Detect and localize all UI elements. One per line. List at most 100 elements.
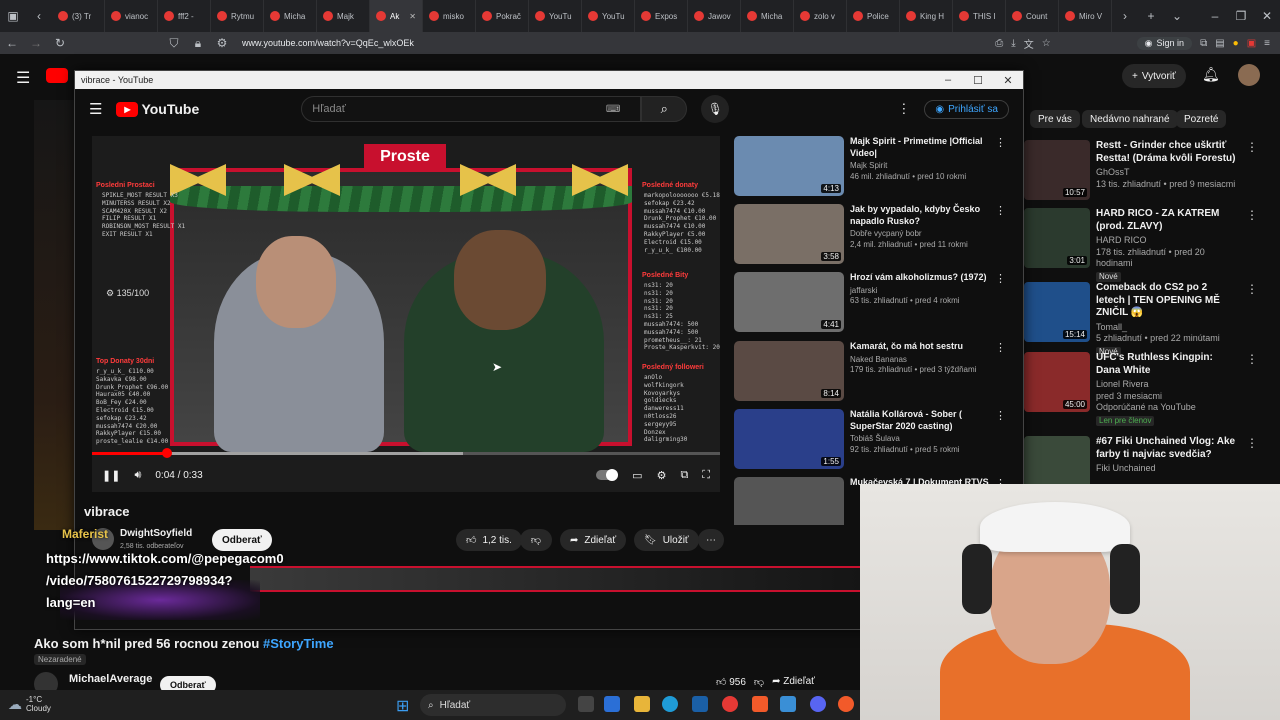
- windows-start-icon[interactable]: ⊞: [396, 696, 409, 716]
- download-icon[interactable]: ⤓: [1011, 38, 1015, 49]
- video-title[interactable]: Restt - Grinder chce uškrtiť Restta! (Dr…: [1096, 140, 1236, 165]
- popup-maximize-icon[interactable]: ☐: [963, 74, 993, 87]
- browser-tab[interactable]: Majk: [317, 0, 370, 32]
- browser-tab[interactable]: Ak ✕: [370, 0, 423, 32]
- dislike-button[interactable]: 👎︎: [520, 529, 552, 551]
- fullscreen-icon[interactable]: ⛶: [702, 469, 710, 482]
- more-icon[interactable]: ⋮: [995, 272, 1006, 336]
- video-thumbnail[interactable]: 8:14: [734, 341, 844, 401]
- video-channel[interactable]: Lionel Rivera: [1096, 379, 1236, 391]
- restore-icon[interactable]: ❐: [1228, 9, 1254, 23]
- notifications-bell-icon[interactable]: 🔔︎: [1202, 66, 1220, 83]
- video-thumbnail[interactable]: 15:14: [1024, 282, 1090, 342]
- video-thumbnail[interactable]: 3:58: [734, 204, 844, 264]
- video-channel[interactable]: Majk Spirit: [850, 161, 989, 172]
- video-channel[interactable]: HARD RICO: [1096, 235, 1236, 247]
- video-title[interactable]: Comeback do CS2 po 2 letech | TEN OPENIN…: [1096, 282, 1236, 320]
- browser-tab[interactable]: Rytmu: [211, 0, 264, 32]
- video-thumbnail[interactable]: 10:57: [1024, 140, 1090, 200]
- background-share-button[interactable]: ➦ Zdieľať: [772, 676, 815, 688]
- task-view-icon[interactable]: [578, 696, 594, 712]
- browser-tab[interactable]: (3) Tr: [52, 0, 105, 32]
- video-title[interactable]: Natália Kollárová - Sober ( SuperStar 20…: [850, 409, 989, 432]
- more-icon[interactable]: ⋮: [1246, 352, 1258, 418]
- storytime-hashtag[interactable]: #StoryTime: [263, 636, 334, 651]
- save-button[interactable]: 🔖︎ Uložiť: [634, 529, 699, 551]
- browser-tab[interactable]: YouTu: [582, 0, 635, 32]
- background-channel-name[interactable]: MichaelAverage: [69, 673, 152, 685]
- weather-widget[interactable]: ☁ -1°C Cloudy: [0, 695, 51, 714]
- browser-tab[interactable]: King H: [900, 0, 953, 32]
- video-channel[interactable]: Tomall_: [1096, 322, 1236, 334]
- avatar[interactable]: [1238, 64, 1260, 86]
- browser-tab[interactable]: Micha: [264, 0, 317, 32]
- video-thumbnail[interactable]: 30:42: [734, 477, 844, 525]
- related-video-item[interactable]: 15:14 Comeback do CS2 po 2 letech | TEN O…: [1024, 282, 1280, 358]
- more-icon[interactable]: ⋮: [1246, 282, 1258, 348]
- popup-hamburger-icon[interactable]: ☰: [89, 100, 102, 118]
- progress-bar[interactable]: [92, 448, 720, 458]
- video-title[interactable]: #67 Fiki Unchained Vlog: Ake farby ti na…: [1096, 436, 1236, 461]
- notepad-icon[interactable]: [780, 696, 796, 712]
- url-field[interactable]: www.youtube.com/watch?v=QqEc_wlxOEk: [242, 38, 414, 48]
- settings-gear-icon[interactable]: ⚙: [657, 469, 667, 482]
- video-thumbnail[interactable]: 3:01: [1024, 208, 1090, 268]
- video-title[interactable]: Kamarát, čo má hot sestru: [850, 341, 989, 353]
- popup-minimize-icon[interactable]: –: [933, 74, 963, 87]
- close-tab-icon[interactable]: ✕: [409, 12, 416, 21]
- youtube-logo-icon[interactable]: [46, 68, 68, 83]
- site-settings-icon[interactable]: ⚙: [210, 36, 234, 50]
- voice-search-icon[interactable]: 🎙︎: [701, 95, 730, 123]
- reload-icon[interactable]: ↻: [48, 36, 72, 50]
- video-thumbnail[interactable]: 45:00: [1024, 352, 1090, 412]
- keyboard-icon[interactable]: ⌨: [606, 104, 620, 115]
- up-next-item[interactable]: 4:41 Hrozí vám alkoholizmus? (1972) jaffar…: [734, 272, 1006, 336]
- video-thumbnail[interactable]: 1:55: [734, 409, 844, 469]
- discord-icon[interactable]: [810, 696, 826, 712]
- more-icon[interactable]: ⋮: [1246, 208, 1258, 274]
- browser-tab[interactable]: THIS I: [953, 0, 1006, 32]
- install-icon[interactable]: ⎙: [995, 38, 1003, 49]
- new-tab-button[interactable]: +: [1138, 9, 1164, 23]
- browser-tab[interactable]: Micha: [741, 0, 794, 32]
- autoplay-toggle[interactable]: [596, 469, 619, 481]
- browser-tab[interactable]: YouTu: [529, 0, 582, 32]
- tab-list-icon[interactable]: ▣: [0, 9, 26, 23]
- up-next-item[interactable]: 8:14 Kamarát, čo má hot sestru Naked Banan…: [734, 341, 1006, 405]
- browser-tab[interactable]: Miro V: [1059, 0, 1112, 32]
- video-title[interactable]: Majk Spirit - Primetime |Official Video|: [850, 136, 989, 159]
- browser-tab[interactable]: Jawov: [688, 0, 741, 32]
- close-window-icon[interactable]: ✕: [1254, 9, 1280, 23]
- volume-icon[interactable]: 🔊︎: [134, 469, 141, 482]
- progress-scrubber[interactable]: [162, 448, 173, 458]
- video-thumbnail[interactable]: 4:13: [734, 136, 844, 196]
- like-button[interactable]: 👍︎ 1,2 tis.: [456, 529, 522, 551]
- related-video-item[interactable]: 45:00 UFC's Ruthless Kingpin: Dana White L…: [1024, 352, 1280, 427]
- video-channel[interactable]: Fiki Unchained: [1096, 463, 1236, 475]
- lock-icon[interactable]: 🔒︎: [186, 36, 210, 51]
- browser-tab[interactable]: Police: [847, 0, 900, 32]
- bookmark-star-icon[interactable]: ☆: [1042, 38, 1051, 49]
- shield-icon[interactable]: ⛉: [162, 36, 186, 51]
- edge-icon[interactable]: [662, 696, 678, 712]
- brave-icon[interactable]: [752, 696, 768, 712]
- chip[interactable]: Pre vás: [1030, 110, 1080, 128]
- create-button[interactable]: + Vytvoriť: [1122, 64, 1186, 88]
- browser-tab[interactable]: Pokrač: [476, 0, 529, 32]
- browser-tab[interactable]: fff2 -: [158, 0, 211, 32]
- subtitles-icon[interactable]: ▭: [632, 469, 642, 482]
- browser-tab[interactable]: Count: [1006, 0, 1059, 32]
- chip[interactable]: Pozreté: [1176, 110, 1227, 128]
- translate-icon[interactable]: 文: [1024, 36, 1034, 51]
- more-icon[interactable]: ⋮: [995, 136, 1006, 200]
- popup-more-icon[interactable]: ⋮: [897, 101, 910, 117]
- tab-scroll-right-icon[interactable]: ›: [1112, 9, 1138, 23]
- up-next-item[interactable]: 4:13 Majk Spirit - Primetime |Official Vi…: [734, 136, 1006, 200]
- browser-menu-icon[interactable]: ≡: [1264, 38, 1270, 49]
- popup-close-icon[interactable]: ✕: [993, 74, 1023, 87]
- video-title[interactable]: HARD RICO - ZA KATREM (prod. ZLAVY): [1096, 208, 1236, 233]
- extension-color-icon[interactable]: ●: [1233, 38, 1239, 49]
- video-channel[interactable]: Dobře vycpaný bobr: [850, 229, 989, 240]
- app-icon[interactable]: [692, 696, 708, 712]
- hamburger-menu-icon[interactable]: ☰: [16, 68, 30, 88]
